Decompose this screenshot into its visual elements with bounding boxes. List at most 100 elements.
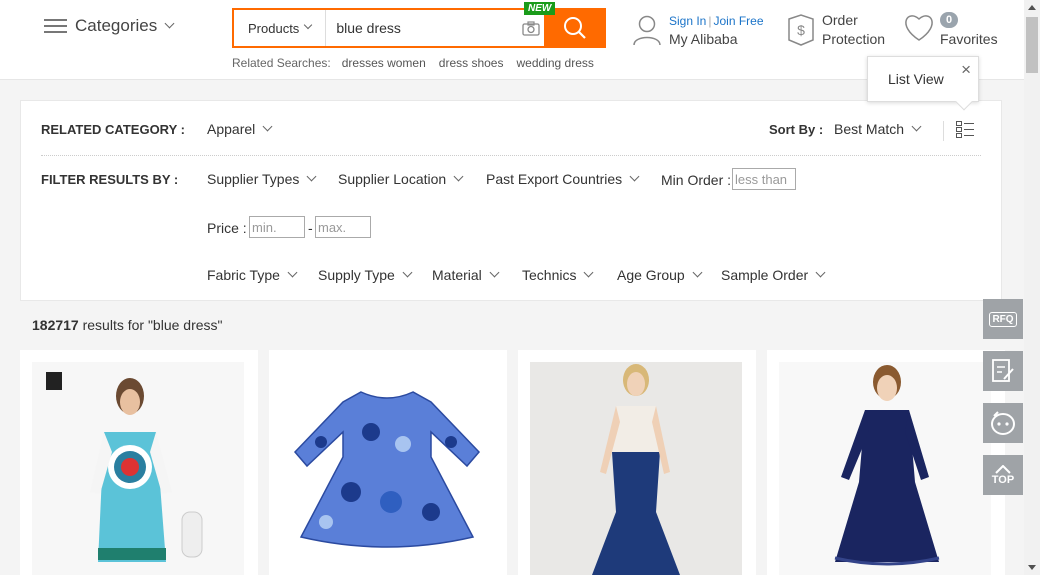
product-image[interactable] <box>281 362 493 575</box>
past-export-countries-dropdown[interactable]: Past Export Countries <box>486 171 640 187</box>
min-order-label: Min Order : <box>661 172 732 188</box>
back-to-top-button[interactable]: TOP <box>983 455 1023 495</box>
product-card[interactable] <box>767 350 1005 575</box>
material-dropdown[interactable]: Material <box>432 267 500 283</box>
camera-icon[interactable] <box>517 10 544 46</box>
page-scrollbar[interactable] <box>1024 0 1040 575</box>
chevron-down-icon <box>304 20 313 30</box>
related-category-value: Apparel <box>207 121 256 137</box>
product-card[interactable] <box>269 350 507 575</box>
related-search-link[interactable]: wedding dress <box>516 56 593 70</box>
chevron-down-icon <box>815 267 826 277</box>
categories-menu[interactable]: Categories <box>44 16 175 36</box>
heart-icon <box>905 15 933 41</box>
feedback-button[interactable] <box>983 351 1023 391</box>
shield-dollar-icon: $ <box>788 14 814 46</box>
chevron-down-icon <box>164 18 175 28</box>
price-max-input[interactable] <box>315 216 371 238</box>
scroll-up-arrow[interactable] <box>1028 5 1036 10</box>
scroll-down-arrow[interactable] <box>1028 565 1036 570</box>
product-card[interactable] <box>518 350 756 575</box>
results-count: 182717 <box>32 317 79 333</box>
dropdown-label: Fabric Type <box>207 267 280 283</box>
edit-note-icon <box>992 359 1014 382</box>
dropdown-label: Technics <box>522 267 577 283</box>
svg-text:$: $ <box>797 22 805 38</box>
technics-dropdown[interactable]: Technics <box>522 267 594 283</box>
related-category-dropdown[interactable]: Apparel <box>207 121 273 137</box>
categories-label: Categories <box>75 16 158 35</box>
filter-panel: RELATED CATEGORY : Apparel Sort By : Bes… <box>20 100 1002 301</box>
top-label: TOP <box>991 473 1015 486</box>
rfq-label: RFQ <box>989 311 1017 327</box>
chevron-down-icon <box>287 267 298 277</box>
search-input[interactable] <box>326 10 518 46</box>
fabric-type-dropdown[interactable]: Fabric Type <box>207 267 298 283</box>
filter-results-label: FILTER RESULTS BY : <box>41 172 179 187</box>
chat-face-icon <box>991 411 1015 435</box>
sort-by-label: Sort By : <box>769 122 824 137</box>
supplier-location-dropdown[interactable]: Supplier Location <box>338 171 464 187</box>
chevron-down-icon <box>584 267 594 277</box>
chevron-down-icon <box>453 171 464 181</box>
dropdown-label: Sample Order <box>721 267 809 283</box>
dropdown-label: Supplier Types <box>207 171 300 187</box>
chevron-down-icon <box>629 171 640 181</box>
sort-by-value: Best Match <box>834 121 905 137</box>
related-search-link[interactable]: dress shoes <box>439 56 504 70</box>
list-view-icon <box>956 121 974 138</box>
min-order-input[interactable] <box>732 168 796 190</box>
chevron-down-icon <box>262 121 273 131</box>
related-searches: Related Searches: dresses women dress sh… <box>232 56 594 70</box>
list-view-tooltip: List View × <box>867 56 979 111</box>
product-image[interactable] <box>32 362 244 575</box>
divider <box>41 155 981 156</box>
order-protection-link[interactable]: $ Order Protection <box>786 11 885 49</box>
list-view-toggle[interactable] <box>956 121 974 143</box>
sort-by-dropdown[interactable]: Best Match <box>834 121 922 137</box>
tooltip-text: List View <box>888 71 944 87</box>
join-free-link[interactable]: Join Free <box>713 14 763 28</box>
menu-icon <box>44 18 67 34</box>
user-icon <box>633 15 661 46</box>
chevron-down-icon <box>692 267 703 277</box>
chevron-down-icon <box>402 267 413 277</box>
order-protection-line2: Protection <box>822 31 886 47</box>
product-image[interactable] <box>779 362 991 575</box>
sign-in-link[interactable]: Sign In <box>669 14 706 28</box>
chat-button[interactable] <box>983 403 1023 443</box>
dropdown-label: Age Group <box>617 267 685 283</box>
favorites-count-badge: 0 <box>940 12 958 28</box>
results-text: results for "blue dress" <box>82 317 223 333</box>
age-group-dropdown[interactable]: Age Group <box>617 267 703 283</box>
related-search-link[interactable]: dresses women <box>342 56 426 70</box>
search-type-label: Products <box>248 20 300 36</box>
chevron-down-icon <box>911 121 922 131</box>
price-min-input[interactable] <box>249 216 305 238</box>
product-card[interactable] <box>20 350 258 575</box>
price-label: Price : <box>207 220 247 236</box>
scroll-thumb[interactable] <box>1026 17 1038 73</box>
search-type-select[interactable]: Products <box>234 10 327 46</box>
dropdown-label: Past Export Countries <box>486 171 623 187</box>
arrow-up-icon <box>995 464 1011 474</box>
dropdown-label: Supply Type <box>318 267 395 283</box>
my-alibaba-link[interactable]: My Alibaba <box>669 30 764 48</box>
close-icon[interactable]: × <box>961 60 971 80</box>
chevron-down-icon <box>489 267 500 277</box>
results-summary: 182717 results for "blue dress" <box>32 317 223 333</box>
sample-order-dropdown[interactable]: Sample Order <box>721 267 826 283</box>
search-icon <box>563 17 586 39</box>
account-area: Sign In | Join Free My Alibaba <box>632 12 764 48</box>
supplier-types-dropdown[interactable]: Supplier Types <box>207 171 317 187</box>
favorites-link[interactable]: 0 Favorites <box>902 11 998 48</box>
order-protection-line1: Order <box>822 12 858 28</box>
product-image[interactable] <box>530 362 742 575</box>
supply-type-dropdown[interactable]: Supply Type <box>318 267 413 283</box>
divider <box>943 121 944 141</box>
price-separator: - <box>308 220 313 236</box>
new-badge: NEW <box>524 2 556 15</box>
favorites-label: Favorites <box>940 31 998 47</box>
dropdown-label: Material <box>432 267 482 283</box>
rfq-button[interactable]: RFQ <box>983 299 1023 339</box>
